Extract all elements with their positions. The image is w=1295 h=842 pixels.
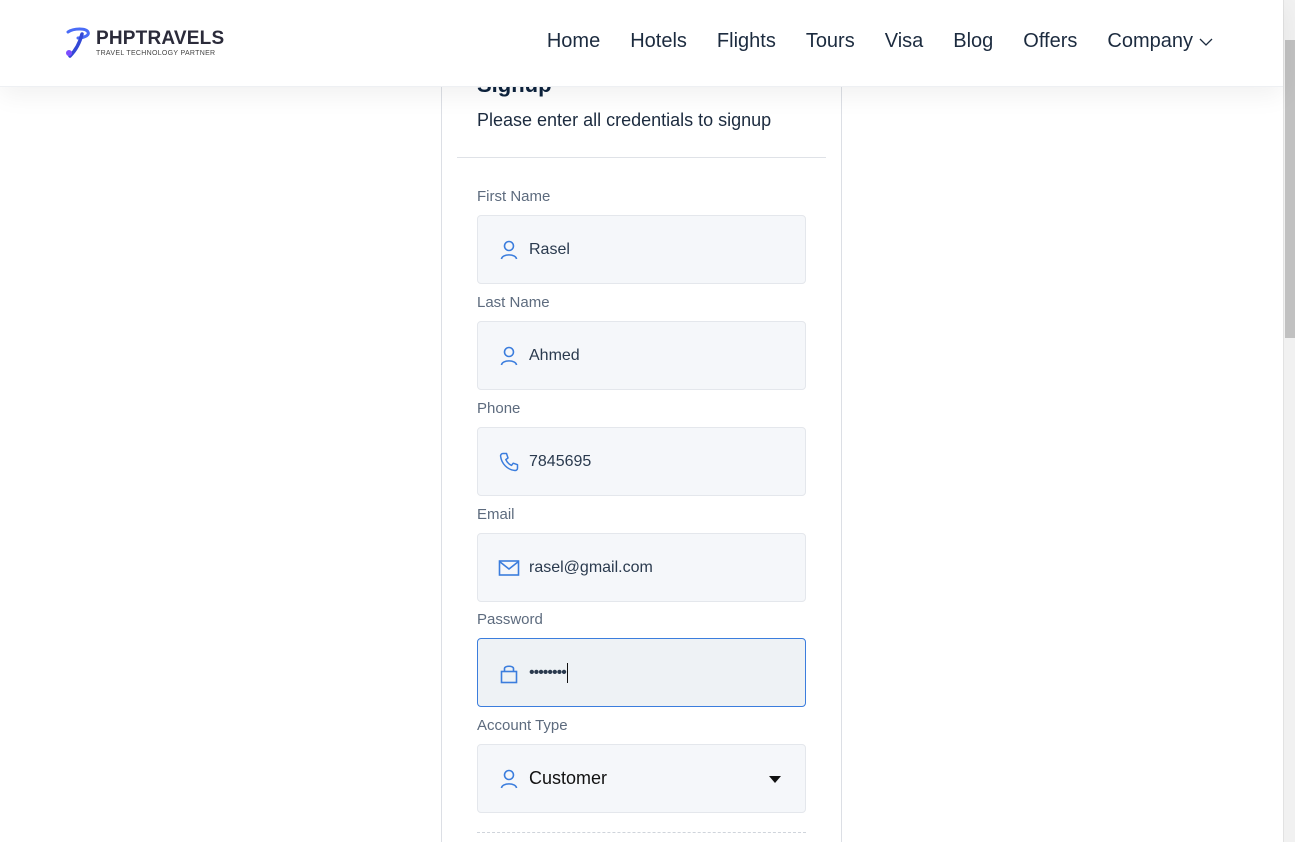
brand-name: PHPTRAVELS — [96, 27, 225, 49]
nav-home[interactable]: Home — [547, 30, 600, 53]
scrollbar-thumb[interactable] — [1285, 40, 1295, 338]
nav-tours[interactable]: Tours — [806, 30, 855, 53]
lock-icon — [500, 664, 518, 683]
mail-icon — [498, 559, 520, 576]
phone-value: 7845695 — [529, 452, 592, 470]
brand-tagline: TRAVEL TECHNOLOGY PARTNER — [96, 49, 216, 57]
account-type-select[interactable]: Customer — [477, 744, 806, 813]
email-label: Email — [477, 506, 515, 523]
email-value: rasel@gmail.com — [529, 558, 653, 576]
email-field[interactable]: rasel@gmail.com — [477, 533, 806, 602]
nav-hotels[interactable]: Hotels — [630, 30, 687, 53]
first-name-label: First Name — [477, 188, 551, 205]
account-type-value: Customer — [529, 768, 608, 788]
logo-mark-icon — [66, 27, 90, 58]
last-name-field[interactable]: Ahmed — [477, 321, 806, 390]
signup-card: Signup Please enter all credentials to s… — [441, 60, 842, 842]
user-icon — [500, 346, 518, 365]
main-nav: Home Hotels Flights Tours Visa Blog Offe… — [547, 30, 1213, 53]
user-icon — [500, 769, 518, 788]
nav-blog[interactable]: Blog — [953, 30, 993, 53]
last-name-value: Ahmed — [529, 346, 580, 364]
dropdown-arrow-icon — [769, 776, 781, 783]
phone-field[interactable]: 7845695 — [477, 427, 806, 496]
password-masked: •••••••• — [529, 663, 567, 681]
account-type-label: Account Type — [477, 717, 568, 734]
password-label: Password — [477, 611, 543, 628]
nav-visa[interactable]: Visa — [885, 30, 924, 53]
page-scrollbar[interactable] — [1283, 0, 1295, 842]
text-caret — [566, 662, 568, 683]
first-name-value: Rasel — [529, 240, 570, 258]
user-icon — [500, 240, 518, 259]
nav-company-label: Company — [1107, 30, 1193, 52]
brand-logo[interactable]: PHPTRAVELS TRAVEL TECHNOLOGY PARTNER — [64, 26, 224, 59]
site-header: PHPTRAVELS TRAVEL TECHNOLOGY PARTNER Hom… — [0, 0, 1283, 87]
divider — [457, 157, 826, 158]
nav-offers[interactable]: Offers — [1023, 30, 1077, 53]
dashed-divider — [477, 832, 806, 833]
nav-flights[interactable]: Flights — [717, 30, 776, 53]
nav-company[interactable]: Company — [1107, 30, 1213, 53]
phone-icon — [499, 452, 519, 471]
last-name-label: Last Name — [477, 294, 550, 311]
password-field[interactable]: •••••••• — [477, 638, 806, 707]
first-name-field[interactable]: Rasel — [477, 215, 806, 284]
chevron-down-icon — [1199, 38, 1213, 46]
signup-subtitle: Please enter all credentials to signup — [477, 110, 772, 130]
phone-label: Phone — [477, 400, 521, 417]
password-value: •••••••• — [529, 662, 568, 683]
